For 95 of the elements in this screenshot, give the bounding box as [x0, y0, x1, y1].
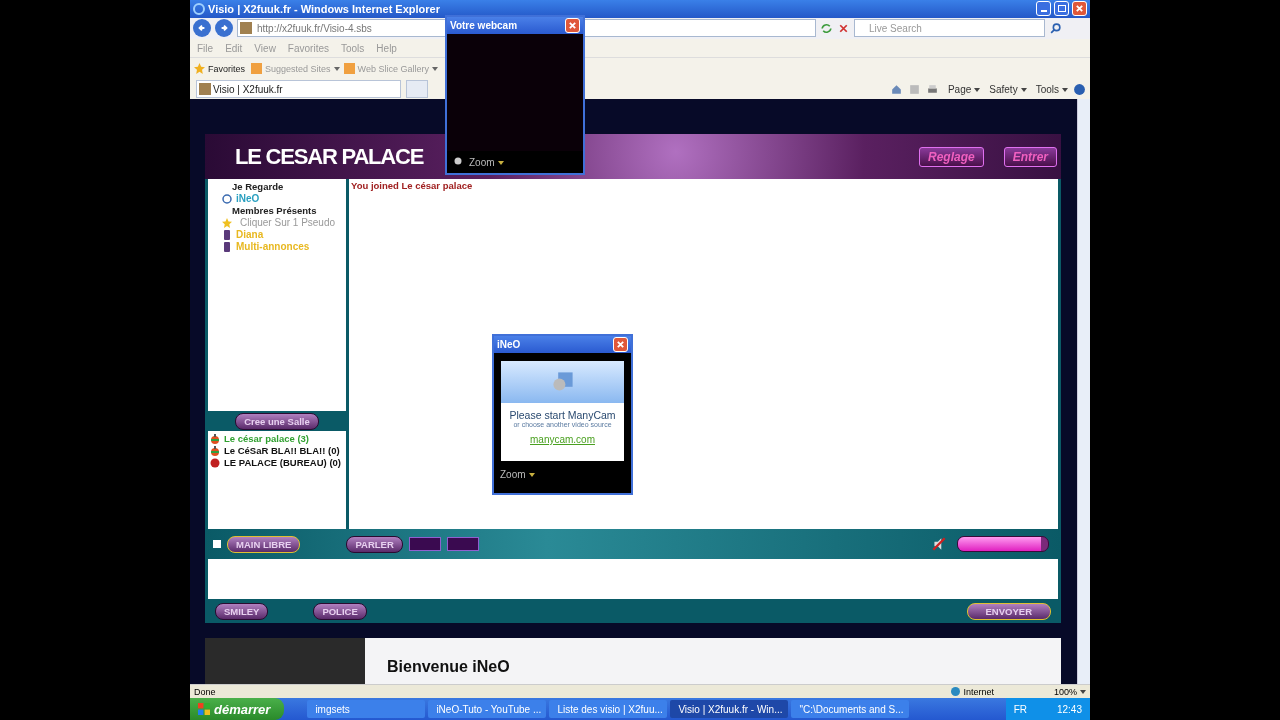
window-title: iNeO: [497, 339, 521, 350]
header-button[interactable]: Reglage: [918, 146, 984, 167]
user-name[interactable]: iNeO: [236, 193, 260, 205]
close-icon: [1075, 4, 1084, 14]
menu-item[interactable]: Edit: [225, 42, 243, 54]
favorites-link[interactable]: Suggested Sites: [251, 63, 340, 75]
devil-icon: [210, 457, 220, 468]
stop-icon[interactable]: [837, 22, 850, 35]
audio-meter-icon: [446, 537, 479, 552]
clock: 12:43: [1056, 703, 1082, 715]
close-button[interactable]: [1072, 1, 1087, 17]
room-item[interactable]: Le césar palace (3): [210, 433, 346, 445]
webcam-icon: [222, 193, 232, 204]
start-button[interactable]: démarrer: [190, 698, 285, 720]
forward-button[interactable]: [215, 19, 233, 38]
menu-item[interactable]: View: [254, 42, 276, 54]
command-menu[interactable]: Safety: [989, 83, 1027, 95]
caret-icon: [1020, 88, 1027, 93]
caret-icon: [497, 160, 504, 165]
user-badge-icon: [222, 241, 232, 252]
search-field[interactable]: Live Search: [854, 19, 1045, 38]
zoom-menu[interactable]: Zoom: [469, 156, 504, 168]
send-button[interactable]: ENVOYER: [966, 602, 1051, 620]
favorites-link[interactable]: Web Slice Gallery: [343, 63, 438, 75]
hands-free-button[interactable]: MAIN LIBRE: [227, 535, 301, 553]
status-text: Done: [194, 686, 216, 697]
language-indicator[interactable]: FR: [1013, 703, 1027, 715]
site-icon: [343, 63, 355, 75]
minimize-button[interactable]: [1036, 1, 1051, 17]
close-button[interactable]: [613, 337, 628, 352]
member-name[interactable]: Cliquer Sur 1 Pseudo: [236, 217, 336, 229]
caret-icon: [1080, 690, 1086, 695]
audio-meter-icon: [408, 537, 441, 552]
site-icon: [251, 63, 262, 75]
star-icon: [194, 63, 205, 75]
search-icon[interactable]: [1049, 22, 1062, 35]
browser-tab[interactable]: Visio | X2fuuk.fr: [196, 80, 401, 99]
restore-icon: [1057, 5, 1066, 13]
restore-button[interactable]: [1054, 1, 1069, 17]
message-input[interactable]: [208, 559, 1058, 600]
caret-icon: [431, 66, 438, 71]
window-title: Visio | X2fuuk.fr - Windows Internet Explorer: [208, 2, 440, 15]
zoom-level[interactable]: 100%: [1053, 686, 1086, 697]
home-icon[interactable]: [889, 82, 903, 96]
favorites-button[interactable]: Favorites: [194, 63, 245, 75]
muted-speaker-icon[interactable]: [931, 536, 947, 553]
taskbar-button[interactable]: Liste des visio | X2fuu...: [549, 700, 668, 718]
menu-item[interactable]: Tools: [341, 42, 365, 54]
zoom-menu[interactable]: Zoom: [500, 468, 535, 480]
window-title: Votre webcam: [450, 20, 518, 31]
star-icon: [222, 217, 232, 228]
close-icon: [616, 340, 625, 349]
menu-item[interactable]: Favorites: [287, 42, 329, 54]
section-heading: Membres Présents: [231, 205, 318, 217]
refresh-icon[interactable]: [820, 22, 833, 35]
scrollbar[interactable]: [1077, 99, 1090, 685]
apple-icon: [210, 433, 220, 444]
toolbar-button[interactable]: POLICE: [313, 602, 367, 620]
taskbar-button[interactable]: imgsets: [307, 700, 426, 718]
command-menu[interactable]: Page: [947, 83, 981, 95]
hands-free-checkbox[interactable]: [213, 540, 221, 549]
browser-logo-icon: [193, 2, 205, 15]
header-button[interactable]: Entrer: [1003, 146, 1057, 167]
minimize-icon: [1040, 10, 1047, 13]
caret-icon: [1062, 88, 1068, 93]
windows-flag-icon: [198, 703, 210, 715]
section-heading: Je Regarde: [231, 181, 285, 193]
welcome-heading: Bienvenue iNeO: [387, 658, 510, 676]
camera-message: Please start ManyCam: [509, 409, 616, 421]
apple-icon: [210, 445, 220, 456]
create-room-button[interactable]: Cree une Salle: [235, 412, 319, 430]
print-icon[interactable]: [925, 82, 939, 96]
menu-item[interactable]: Help: [376, 42, 397, 54]
chat-message: You joined Le césar palace: [351, 180, 474, 192]
site-logo: LE CESAR PALACE: [235, 143, 424, 170]
caret-icon: [528, 472, 535, 477]
menu-item[interactable]: File: [197, 42, 214, 54]
taskbar-button[interactable]: "C:\Documents and S...: [791, 700, 910, 718]
user-badge-icon: [222, 229, 232, 240]
talk-button[interactable]: PARLER: [346, 535, 403, 553]
security-zone: Internet: [951, 686, 994, 697]
close-button[interactable]: [565, 18, 580, 33]
caret-icon: [333, 66, 340, 71]
manycam-link[interactable]: manycam.com: [530, 434, 595, 445]
back-button[interactable]: [193, 19, 211, 38]
webcam-icon: [453, 157, 463, 167]
command-menu[interactable]: Tools: [1035, 83, 1068, 95]
room-item[interactable]: LE PALACE (BUREAU) (0): [210, 457, 346, 469]
caret-icon: [974, 88, 981, 93]
taskbar-button[interactable]: Visio | X2fuuk.fr - Win...: [670, 700, 789, 718]
volume-slider[interactable]: [957, 536, 1049, 553]
taskbar-button[interactable]: iNeO-Tuto - YouTube ...: [428, 700, 547, 718]
close-icon: [568, 21, 577, 30]
room-item[interactable]: Le CéSaR BLA!! BLA!! (0): [210, 445, 346, 457]
toolbar-button[interactable]: SMILEY: [215, 602, 269, 620]
